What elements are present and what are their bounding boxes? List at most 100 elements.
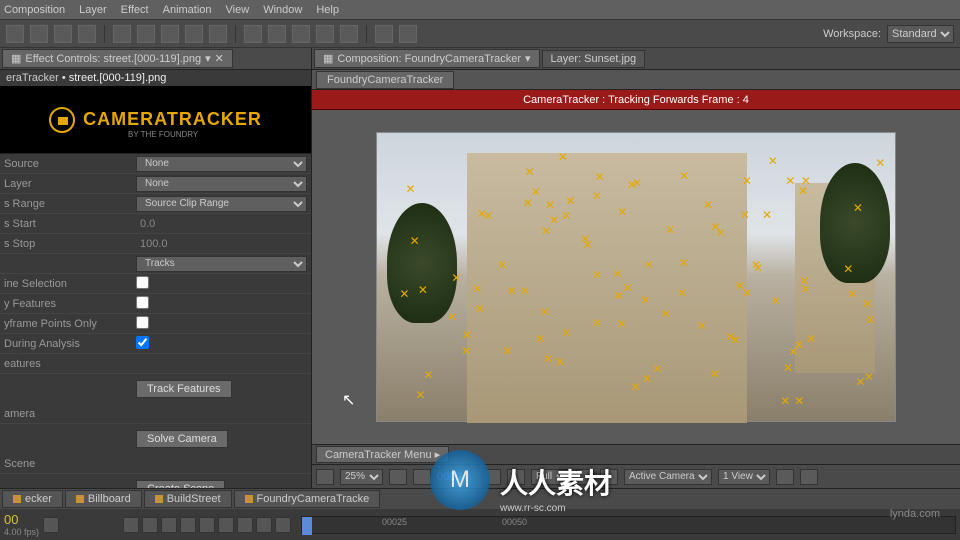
menu-view[interactable]: View xyxy=(226,4,250,16)
menu-layer[interactable]: Layer xyxy=(79,4,107,16)
track-point-icon xyxy=(730,336,738,344)
snap-timeline-icon[interactable] xyxy=(199,517,215,533)
switch-icon[interactable] xyxy=(142,517,158,533)
timeline-tab[interactable]: BuildStreet xyxy=(144,490,232,508)
camera-tool-icon[interactable] xyxy=(113,25,131,43)
track-point-icon xyxy=(418,286,426,294)
track-point-icon xyxy=(520,287,528,295)
solve-camera-button[interactable]: Solve Camera xyxy=(136,430,228,448)
tab-composition[interactable]: ▦ Composition: FoundryCameraTracker ▾ xyxy=(314,49,540,68)
prop-layer-select[interactable]: None xyxy=(136,176,307,192)
effect-icon[interactable] xyxy=(218,517,234,533)
dropdown-icon[interactable]: ▾ xyxy=(525,52,531,65)
prop-stop-label: s Stop xyxy=(4,238,136,250)
prop-layer-label: Layer xyxy=(4,178,136,190)
search-icon[interactable] xyxy=(43,517,59,533)
rotate-tool-icon[interactable] xyxy=(78,25,96,43)
timecode-display[interactable]: 00 xyxy=(4,512,39,527)
menu-window[interactable]: Window xyxy=(263,4,302,16)
track-point-icon xyxy=(785,177,793,185)
track-point-icon xyxy=(565,197,573,205)
prop-range-select[interactable]: Source Clip Range xyxy=(136,196,307,212)
prop-stop-value[interactable]: 100.0 xyxy=(136,238,307,250)
crumb-comp[interactable]: eraTracker xyxy=(6,72,59,84)
close-icon[interactable]: ✕ xyxy=(215,52,224,65)
pen-tool-icon[interactable] xyxy=(185,25,203,43)
track-point-icon xyxy=(652,365,660,373)
track-point-icon xyxy=(735,282,743,290)
tab-comp-label: Composition: FoundryCameraTracker xyxy=(337,53,521,65)
track-features-button[interactable]: Track Features xyxy=(136,380,232,398)
cameratracker-logo-icon xyxy=(49,107,75,133)
graph-icon[interactable] xyxy=(180,517,196,533)
prop-yframe-check[interactable] xyxy=(136,316,149,329)
selection-tool-icon[interactable] xyxy=(6,25,24,43)
target-icon[interactable] xyxy=(413,469,431,485)
pixel-aspect-icon[interactable] xyxy=(776,469,794,485)
roto-tool-icon[interactable] xyxy=(316,25,334,43)
hand-tool-icon[interactable] xyxy=(30,25,48,43)
blur-icon[interactable] xyxy=(161,517,177,533)
brush-tool-icon[interactable] xyxy=(244,25,262,43)
zoom-tool-icon[interactable] xyxy=(54,25,72,43)
fast-preview-icon[interactable] xyxy=(800,469,818,485)
track-point-icon xyxy=(768,157,776,165)
prop-source-select[interactable]: None xyxy=(136,156,307,172)
cameratracker-menu-button[interactable]: CameraTracker Menu ▸ xyxy=(316,446,449,463)
track-point-icon xyxy=(794,397,802,405)
track-point-icon xyxy=(447,313,455,321)
res-icon[interactable] xyxy=(389,469,407,485)
tracking-status-banner: CameraTracker : Tracking Forwards Frame … xyxy=(312,90,960,110)
frame-blend-icon[interactable] xyxy=(237,517,253,533)
grid-icon[interactable] xyxy=(316,469,334,485)
timeline-tab[interactable]: FoundryCameraTracke xyxy=(234,490,381,508)
tab-layer[interactable]: Layer: Sunset.jpg xyxy=(542,50,646,68)
prop-during-check[interactable] xyxy=(136,336,149,349)
menu-effect[interactable]: Effect xyxy=(121,4,149,16)
stamp-tool-icon[interactable] xyxy=(268,25,286,43)
playhead[interactable] xyxy=(302,517,312,535)
create-scene-button[interactable]: Create Scene xyxy=(136,480,225,488)
track-point-icon xyxy=(592,271,600,279)
shy-icon[interactable] xyxy=(123,517,139,533)
timeline-tab[interactable]: Billboard xyxy=(65,490,142,508)
menu-composition[interactable]: Composition xyxy=(4,4,65,16)
track-point-icon xyxy=(632,179,640,187)
composition-viewer[interactable]: ↖ xyxy=(312,110,960,444)
menu-animation[interactable]: Animation xyxy=(163,4,212,16)
track-point-icon xyxy=(843,265,851,273)
time-ruler[interactable]: 00025 00050 xyxy=(301,516,956,534)
track-point-icon xyxy=(543,355,551,363)
pan-behind-tool-icon[interactable] xyxy=(137,25,155,43)
prop-yfeat-label: y Features xyxy=(4,298,136,310)
menu-help[interactable]: Help xyxy=(316,4,339,16)
collapse-icon[interactable] xyxy=(275,517,291,533)
eraser-tool-icon[interactable] xyxy=(292,25,310,43)
prop-yfeat-check[interactable] xyxy=(136,296,149,309)
color-swatch-icon xyxy=(245,495,253,503)
prop-start-value[interactable]: 0.0 xyxy=(136,218,307,230)
dropdown-icon[interactable]: ▾ xyxy=(205,52,211,65)
timeline-tab[interactable]: ecker xyxy=(2,490,63,508)
zoom-select[interactable]: 25% xyxy=(340,469,383,485)
timeline-icons xyxy=(123,517,291,533)
prop-tracks-select[interactable]: Tracks xyxy=(136,256,307,272)
axis-icon[interactable] xyxy=(375,25,393,43)
3d-icon[interactable] xyxy=(256,517,272,533)
prop-ine-check[interactable] xyxy=(136,276,149,289)
view-select[interactable]: 1 View xyxy=(718,469,770,485)
track-point-icon xyxy=(410,237,418,245)
camera-select[interactable]: Active Camera xyxy=(624,469,712,485)
puppet-tool-icon[interactable] xyxy=(340,25,358,43)
rect-tool-icon[interactable] xyxy=(161,25,179,43)
tab-effect-controls[interactable]: ▦ Effect Controls: street.[000-119].png … xyxy=(2,49,233,68)
workspace-dropdown[interactable]: Standard xyxy=(887,25,954,43)
subtab-comp[interactable]: FoundryCameraTracker xyxy=(316,71,454,89)
shader-icon: ▦ xyxy=(11,52,21,65)
track-point-icon xyxy=(780,397,788,405)
text-tool-icon[interactable] xyxy=(209,25,227,43)
tree-graphic xyxy=(820,163,890,283)
snap-icon[interactable] xyxy=(399,25,417,43)
crumb-layer[interactable]: street.[000-119].png xyxy=(69,72,167,84)
track-point-icon xyxy=(549,216,557,224)
